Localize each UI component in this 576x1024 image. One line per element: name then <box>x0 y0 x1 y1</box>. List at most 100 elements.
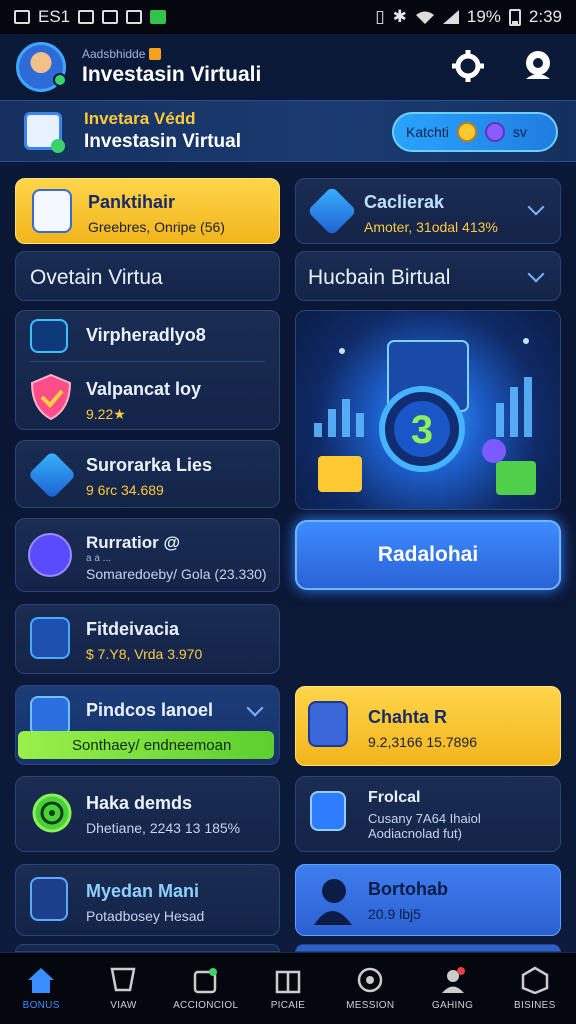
card-title: Ovetain Virtua <box>30 266 163 289</box>
banner[interactable]: Invetara Védd Investasin Virtual Katchti… <box>0 100 576 162</box>
status-left: ES1 <box>14 7 167 27</box>
card-sub: Dhetiane, 2243 13 185% <box>86 820 241 836</box>
card-haka[interactable]: Haka demds Dhetiane, 2243 13 185% <box>15 776 280 852</box>
notification-icon <box>14 10 30 24</box>
list-item[interactable]: Fitdeivacia $ 7.Y8, Vrda 3.970 <box>15 604 280 674</box>
chart-icon <box>30 319 68 353</box>
mail-icon <box>126 10 143 24</box>
hero-illustration: 3 <box>295 310 561 510</box>
divider <box>30 361 265 362</box>
list-item-title[interactable]: Virpheradlyo8 <box>86 325 206 346</box>
card-hucbain[interactable]: Hucbain Birtual <box>295 251 561 301</box>
file-icon <box>308 701 348 747</box>
card-peek <box>295 944 561 952</box>
card-sub2: Aodiacnolad fut) <box>368 826 462 841</box>
cube-icon <box>27 450 77 500</box>
spreadsheet-icon <box>30 617 70 659</box>
nav-picaie[interactable]: PICAIE <box>253 966 323 1011</box>
cube-green-icon <box>496 461 536 495</box>
chevron-down-icon <box>527 265 545 283</box>
nav-label: BONUS <box>22 1000 60 1011</box>
nav-accioncial[interactable]: ACCIONCIOL <box>171 966 241 1011</box>
card-sub: 20.9 lbj5 <box>368 906 421 922</box>
card-sub: Amoter, 31odal 413% <box>364 219 498 235</box>
list-item-title[interactable]: Valpancat loy <box>86 379 201 400</box>
person-silhouette-icon <box>314 879 352 925</box>
hero-action-button[interactable]: Radalohai <box>295 520 561 590</box>
token-icon <box>484 122 505 142</box>
list-group: Virpheradlyo8 Valpancat loy 9.22★ <box>15 310 280 430</box>
app-icon <box>150 10 167 24</box>
shield-icon <box>30 373 72 421</box>
card-title: Haka demds <box>86 793 193 813</box>
balance-pill[interactable]: Katchti sv <box>392 112 558 152</box>
signal-icon <box>442 10 459 24</box>
item-sub: $ 7.Y8, Vrda 3.970 <box>86 646 203 662</box>
shield-icon <box>110 967 136 992</box>
coin-icon <box>456 122 477 142</box>
list-item[interactable]: Surorarka Lies 9 6rc 34.689 <box>15 440 280 508</box>
bluetooth-icon: ✱ <box>392 7 407 26</box>
battery-text: 19% <box>466 7 501 26</box>
green-status-bar[interactable]: Sonthaey/ endneemoan <box>18 731 274 759</box>
profile-button[interactable] <box>518 46 558 86</box>
nav-label: MESSION <box>346 1000 395 1011</box>
orb-icon <box>482 439 506 463</box>
nav-bonus[interactable]: BONUS <box>6 966 76 1011</box>
item-title: Surorarka Lies <box>86 455 213 475</box>
cube-icon <box>307 186 357 236</box>
item-title: Fitdeivacia <box>86 619 180 639</box>
card-bortohab[interactable]: Bortohab 20.9 lbj5 <box>295 864 561 936</box>
chevron-down-icon <box>246 699 264 717</box>
nav-viaw[interactable]: VIAW <box>88 966 158 1011</box>
card-title: Caclierak <box>364 192 445 212</box>
status-bar: ES1 ▯ ✱ 19% 2:39 <box>0 0 576 34</box>
card-myedan[interactable]: Myedan Mani Potadbosey Hesad <box>15 864 280 936</box>
card-title: Pindcos lanoel <box>86 700 214 720</box>
nav-bisines[interactable]: BISINES <box>500 966 570 1011</box>
gear-icon <box>452 50 484 82</box>
nav-gahing[interactable]: GAHING <box>418 966 488 1011</box>
card-title: Panktihair <box>88 192 176 212</box>
nav-label: GAHING <box>431 1000 474 1011</box>
user-icon <box>526 51 550 79</box>
image-icon <box>102 10 119 24</box>
card-ovetain[interactable]: Ovetain Virtua <box>15 251 280 301</box>
nav-label: VIAW <box>110 1000 137 1011</box>
nav-label: ACCIONCIOL <box>173 1000 239 1011</box>
card-title: Myedan Mani <box>86 881 200 901</box>
settings-button[interactable] <box>448 46 488 86</box>
app-header: Aadsbhidde Investasin Virtuali <box>0 34 576 100</box>
card-sub: Potadbosey Hesad <box>86 908 205 924</box>
item-sub: Somaredoeby/ Gola (23.330) <box>86 566 267 582</box>
card-title: Bortohab <box>368 879 448 899</box>
card-peek <box>15 944 280 952</box>
list-item[interactable]: Rurratior @ a a ... Somaredoeby/ Gola (2… <box>15 518 280 592</box>
bottom-nav: BONUS VIAW ACCIONCIOL PICAIE MESSION GAH… <box>0 952 576 1024</box>
wallet-icon <box>193 968 217 994</box>
battery-icon <box>508 9 521 26</box>
card-panktihair[interactable]: Panktihair Greebres, Onripe (56) <box>15 178 280 244</box>
card-title: Hucbain Birtual <box>308 266 451 289</box>
status-right: ▯ ✱ 19% 2:39 <box>375 7 562 27</box>
monitor-icon <box>310 791 346 831</box>
home-icon <box>28 968 55 993</box>
card-caclierak[interactable]: Caclierak Amoter, 31odal 413% <box>295 178 561 244</box>
banner-line1: Invetara Védd <box>84 109 196 128</box>
tag-icon <box>149 48 162 60</box>
wifi-icon <box>415 11 434 24</box>
card-title: Chahta R <box>368 707 448 727</box>
pill-suffix: sv <box>512 124 527 140</box>
avatar[interactable] <box>16 42 67 92</box>
card-frolcal[interactable]: Frolcal Cusany 7A64 Ihaiol Aodiacnolad f… <box>295 776 561 852</box>
card-chahta[interactable]: Chahta R 9.2,3166 15.7896 <box>295 686 561 766</box>
target-icon <box>358 967 383 993</box>
card-title: Frolcal <box>368 789 421 806</box>
nav-label: BISINES <box>514 1000 556 1011</box>
hero-art: 3 <box>314 338 536 495</box>
rating-text: 9.22★ <box>86 406 126 422</box>
chevron-down-icon <box>527 198 545 216</box>
document-icon <box>32 189 72 233</box>
user-icon <box>441 967 465 993</box>
nav-mession[interactable]: MESSION <box>335 966 405 1011</box>
